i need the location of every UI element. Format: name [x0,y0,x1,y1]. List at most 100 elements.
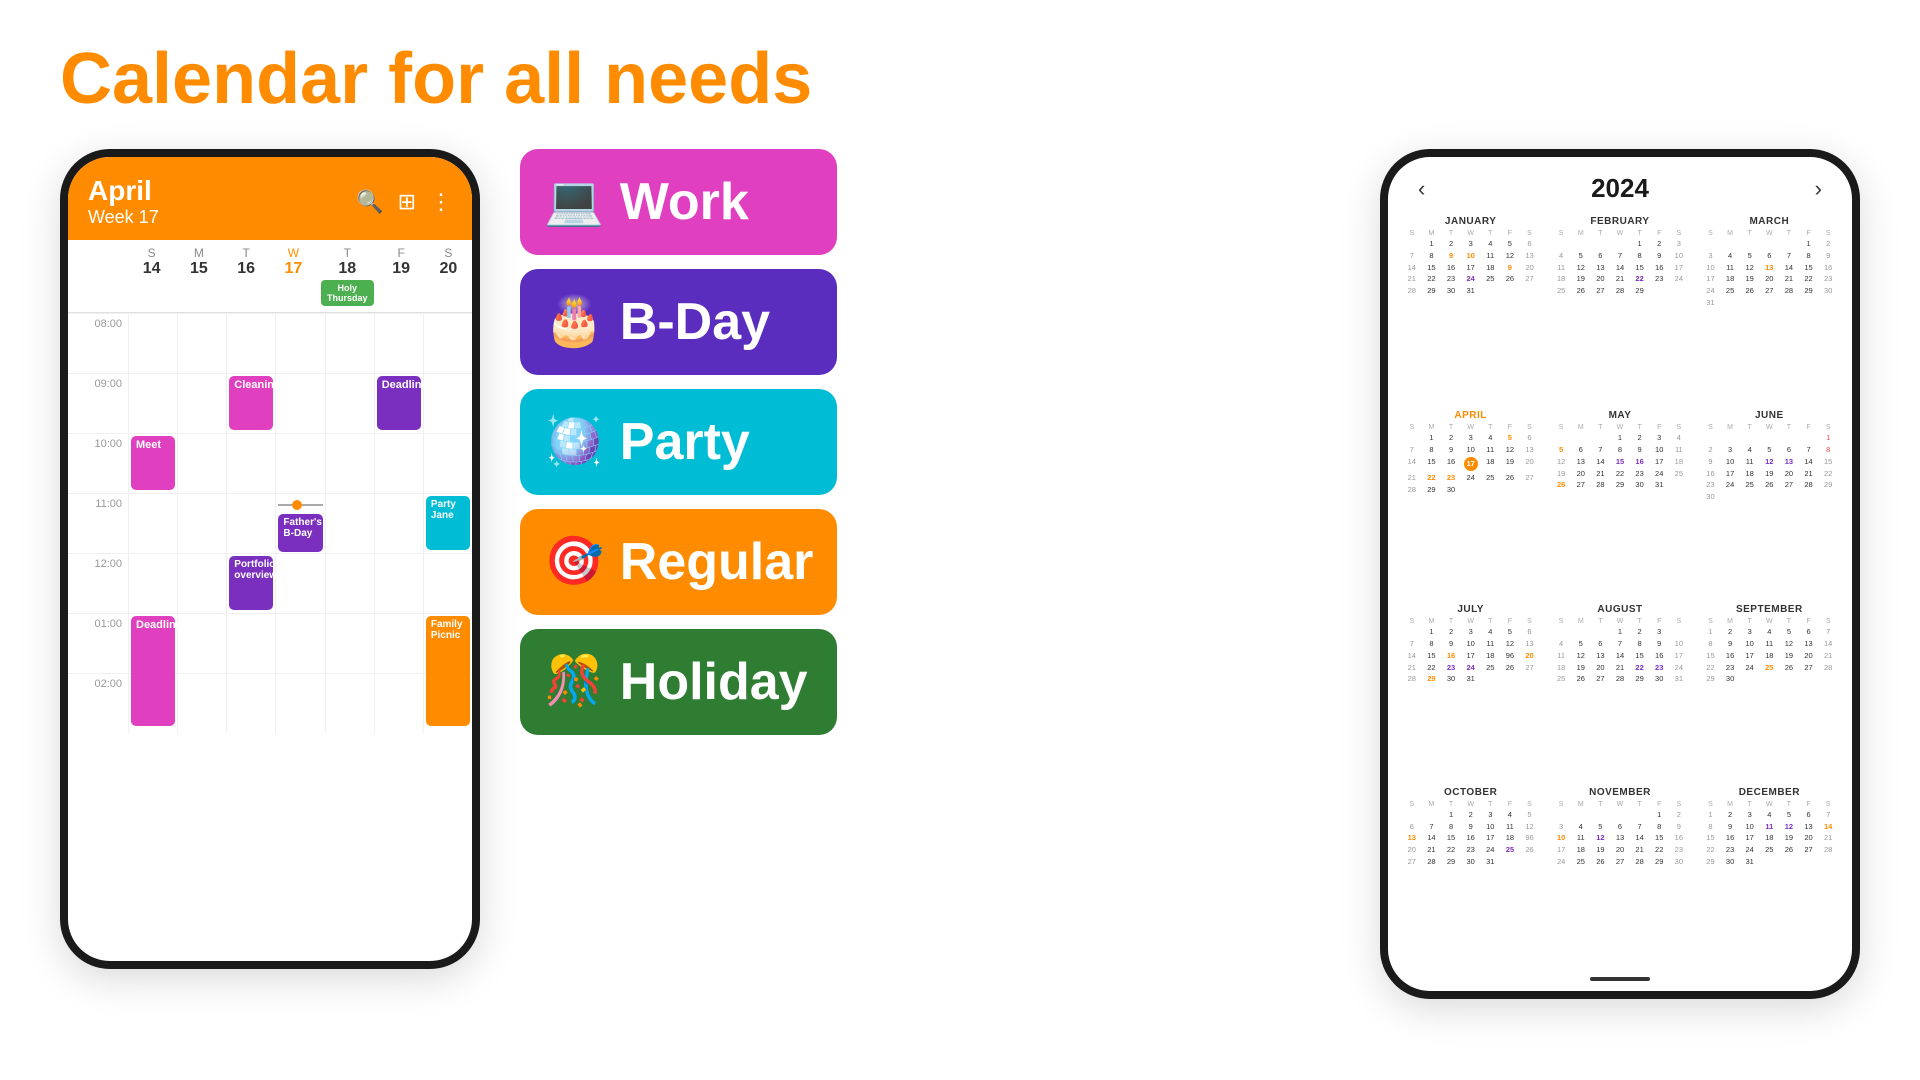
cell-0900-0 [128,373,177,433]
cell-1100-3: Father's B-Day [275,493,324,553]
mini-day [1818,491,1838,503]
mini-day [1740,432,1760,444]
mini-day: 3 [1740,809,1760,821]
mini-day [1402,432,1422,444]
cat-bday[interactable]: 🎂 B-Day [520,269,837,375]
mini-day: 2 [1441,432,1461,444]
mini-day: 30 [1701,491,1721,503]
mini-day: 96 [1500,650,1520,662]
cell-0200-3 [275,673,324,733]
mini-day: 11 [1500,821,1520,833]
search-icon[interactable]: 🔍 [356,189,383,215]
time-1000: 10:00 [68,433,128,493]
month-name-january: JANUARY [1402,216,1539,227]
mini-day [1551,809,1571,821]
next-year-button[interactable]: › [1815,176,1822,202]
mini-day: 12 [1551,456,1571,468]
page-header: Calendar for all needs [0,0,1920,139]
cat-regular[interactable]: 🎯 Regular [520,509,837,615]
month-name-september: SEPTEMBER [1701,604,1838,615]
mini-day: 3 [1720,444,1740,456]
mini-day: 23 [1630,468,1650,480]
grid-icon[interactable]: ⊞ [398,189,416,215]
cell-0200-2 [226,673,275,733]
cell-1200-6 [423,553,472,613]
mini-day [1551,432,1571,444]
mini-day: 6 [1799,626,1819,638]
mini-day: 24 [1461,472,1481,484]
mini-day: 11 [1740,456,1760,468]
mini-day: 25 [1720,285,1740,297]
mini-day: 6 [1571,444,1591,456]
mini-day: 29 [1818,479,1838,491]
cat-holiday[interactable]: 🎊 Holiday [520,629,837,735]
month-name-june: JUNE [1701,410,1838,421]
mini-day: 18 [1571,844,1591,856]
mini-day: 18 [1669,456,1689,468]
mini-day: 1 [1630,238,1650,250]
mini-day: 6 [1779,444,1799,456]
mini-day [1551,626,1571,638]
mini-day: 3 [1649,626,1669,638]
month-block-july: JULYSMTWTFS12345678910111213141516171896… [1398,600,1543,778]
mini-day: 14 [1818,821,1838,833]
mini-day: 1 [1649,809,1669,821]
mini-day: 24 [1669,273,1689,285]
mini-day: 28 [1818,844,1838,856]
mini-day: 8 [1701,821,1721,833]
mini-day: 27 [1520,273,1540,285]
event-portfolio[interactable]: Portfolio overview [229,556,273,610]
mini-day: 29 [1799,285,1819,297]
cell-0900-2: Cleaning [226,373,275,433]
mini-day: 20 [1591,273,1611,285]
mini-day: 12 [1571,262,1591,274]
mini-day: 14 [1402,262,1422,274]
mini-day: 7 [1591,444,1611,456]
mini-day: 11 [1480,250,1500,262]
event-fathers-bday[interactable]: Father's B-Day [278,514,322,552]
event-family-picnic[interactable]: Family Picnic [426,616,470,726]
mini-day: 2 [1441,238,1461,250]
mini-day: 12 [1500,444,1520,456]
mini-day [1591,809,1611,821]
mini-day: 10 [1720,456,1740,468]
event-deadline-sun[interactable]: Deadline [131,616,175,726]
event-deadline-fri[interactable]: Deadline [377,376,421,430]
more-icon[interactable]: ⋮ [430,189,452,215]
mini-day: 6 [1591,638,1611,650]
month-name-october: OCTOBER [1402,787,1539,798]
mini-day: 11 [1720,262,1740,274]
mini-day: 4 [1760,626,1780,638]
mini-day [1760,297,1780,309]
mini-day: 5 [1500,626,1520,638]
year-title: 2024 [1591,173,1649,204]
cat-party[interactable]: 🪩 Party [520,389,837,495]
mini-day: 28 [1402,285,1422,297]
mini-day: 1 [1422,432,1442,444]
event-cleaning[interactable]: Cleaning [229,376,273,430]
mini-day: 24 [1461,273,1481,285]
mini-day: 4 [1551,250,1571,262]
mini-day [1818,673,1838,685]
mini-day: 2 [1701,444,1721,456]
mini-day: 14 [1630,832,1650,844]
cat-work[interactable]: 💻 Work [520,149,837,255]
mini-day: 29 [1630,285,1650,297]
cell-0100-4 [325,613,374,673]
mini-day: 13 [1799,638,1819,650]
day-thu: T18 HolyThursday [317,240,378,312]
event-meet[interactable]: Meet [131,436,175,490]
mini-day: 23 [1669,844,1689,856]
phone-month: April [88,175,159,207]
mini-day: 14 [1799,456,1819,468]
month-block-september: SEPTEMBERSMTWTFS123456789101112131415161… [1697,600,1842,778]
mini-day: 1 [1701,809,1721,821]
cell-0800-1 [177,313,226,373]
mini-day: 5 [1740,250,1760,262]
mini-day: 1 [1422,626,1442,638]
work-emoji: 💻 [544,178,604,226]
prev-year-button[interactable]: ‹ [1418,176,1425,202]
mini-day: 4 [1480,626,1500,638]
event-party-jane[interactable]: Party Jane [426,496,470,550]
cell-0100-0: Deadline [128,613,177,673]
